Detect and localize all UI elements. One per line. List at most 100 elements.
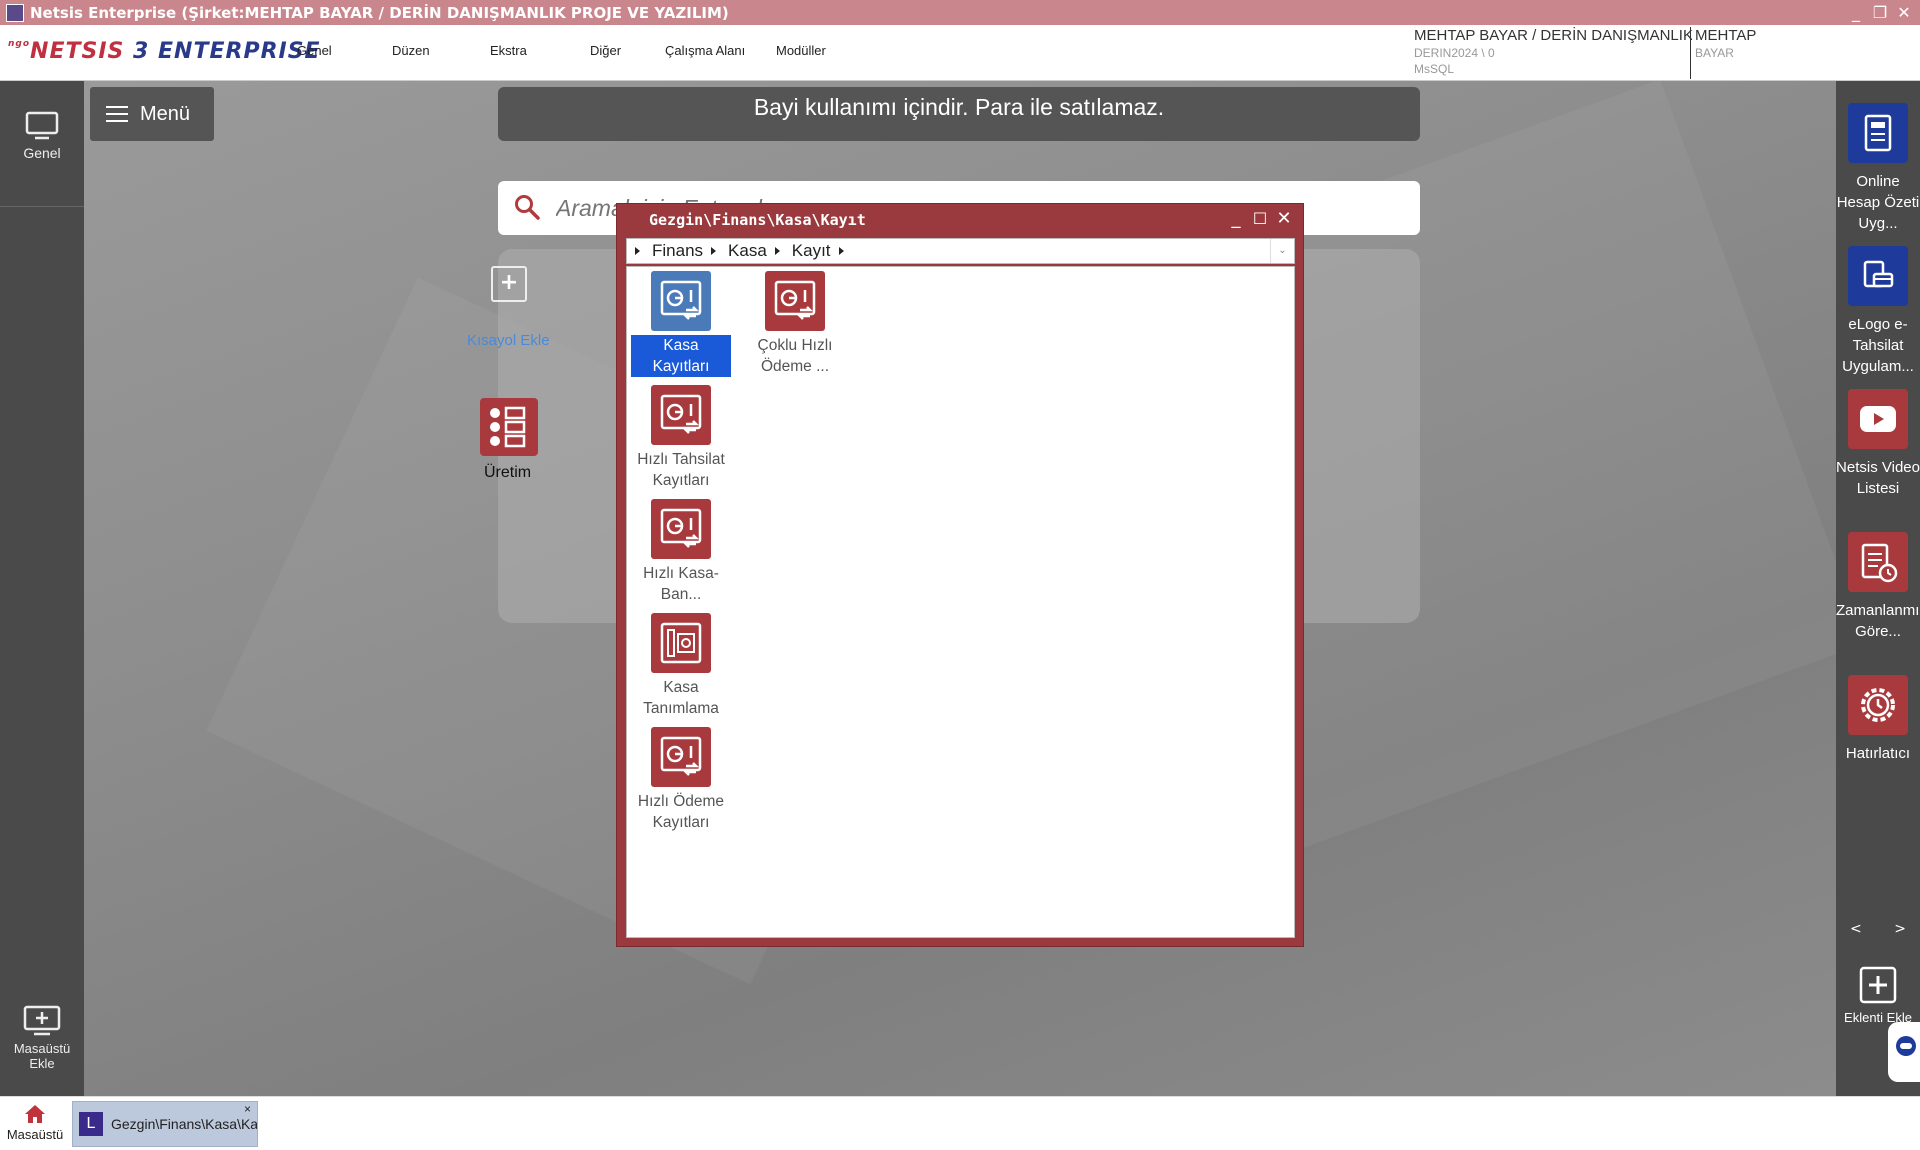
right-sidebar: Online Hesap Özeti Uyg... eLogo e-Tahsil… xyxy=(1836,81,1920,1096)
netsis-task-icon: L xyxy=(79,1112,103,1136)
taskbar-home-label: Masaüstü xyxy=(6,1127,64,1142)
menu-button-label: Menü xyxy=(140,102,191,125)
rb-elogo[interactable]: eLogo e-Tahsilat Uygulam... xyxy=(1836,246,1920,377)
item-label: Hızlı Tahsilat Kayıtları xyxy=(637,451,725,489)
hamburger-icon xyxy=(106,106,128,122)
rightbar-nav: < > xyxy=(1836,921,1920,937)
menu-duzen[interactable]: Düzen xyxy=(392,43,430,58)
company-db: DERIN2024 \ 0 xyxy=(1414,46,1495,60)
safe-icon xyxy=(651,613,711,673)
app-icon xyxy=(6,3,24,22)
window-title: Netsis Enterprise (Şirket:MEHTAP BAYAR /… xyxy=(30,3,729,22)
chat-icon[interactable] xyxy=(1888,1022,1920,1082)
company-info: MEHTAP BAYAR / DERİN DANIŞMANLIK DERIN20… xyxy=(1414,27,1694,76)
sidebar-item-genel[interactable]: Genel xyxy=(0,111,84,181)
breadcrumb-arrow-icon[interactable] xyxy=(635,247,640,255)
close-icon[interactable]: ✕ xyxy=(1892,0,1916,25)
chevron-down-icon[interactable]: ⌄ xyxy=(1270,239,1294,263)
add-shortcut-label[interactable]: Kısayol Ekle xyxy=(467,332,550,349)
search-icon xyxy=(515,195,540,220)
sidebar-divider xyxy=(0,206,84,207)
safe-transfer-icon xyxy=(651,385,711,445)
rb-label: Hatırlatıcı xyxy=(1845,745,1911,762)
document-icon xyxy=(1848,103,1908,163)
item-label: Hızlı Kasa-Ban... xyxy=(643,565,719,603)
minimize-icon[interactable]: _ xyxy=(1844,0,1868,25)
breadcrumb-kayit[interactable]: Kayıt xyxy=(792,241,831,261)
safe-transfer-icon xyxy=(651,727,711,787)
user-info: MEHTAP BAYAR xyxy=(1695,27,1756,60)
license-banner: Bayi kullanımı içindir. Para ile satılam… xyxy=(498,87,1420,141)
menu-bar: ngoNETSIS 3 ENTERPRISE Genel Düzen Ekstr… xyxy=(0,25,1920,81)
company-name: MEHTAP BAYAR / DERİN DANIŞMANLIK xyxy=(1414,27,1692,44)
breadcrumb-arrow-icon[interactable] xyxy=(838,247,844,255)
dialog-close-icon[interactable]: ✕ xyxy=(1273,208,1295,230)
item-label: Kasa Tanımlama xyxy=(643,679,719,717)
rb-online-hesap[interactable]: Online Hesap Özeti Uyg... xyxy=(1836,103,1920,234)
safe-transfer-icon xyxy=(765,271,825,331)
menu-moduller[interactable]: Modüller xyxy=(776,43,826,58)
breadcrumb-arrow-icon[interactable] xyxy=(711,247,717,255)
user-first-name: MEHTAP xyxy=(1695,27,1757,44)
menu-ekstra[interactable]: Ekstra xyxy=(490,43,527,58)
taskbar: Masaüstü L Gezgin\Finans\Kasa\Kayıt × xyxy=(0,1096,1920,1150)
add-shortcut-button[interactable]: + xyxy=(491,266,527,302)
rb-label: Zamanlanmış Göre... xyxy=(1836,602,1920,640)
payment-icon xyxy=(1848,246,1908,306)
add-plugin-button[interactable]: Eklenti Ekle xyxy=(1836,966,1920,1026)
safe-transfer-icon xyxy=(651,499,711,559)
item-hizli-tahsilat[interactable]: Hızlı Tahsilat Kayıtları xyxy=(631,385,731,491)
monitor-icon xyxy=(25,111,59,140)
taskbar-task-label: Gezgin\Finans\Kasa\Kayıt xyxy=(111,1116,258,1132)
window-title-bar: Netsis Enterprise (Şirket:MEHTAP BAYAR /… xyxy=(0,0,1920,25)
rb-next-button[interactable]: > xyxy=(1894,921,1906,937)
company-server: MsSQL xyxy=(1414,62,1455,76)
dialog-maximize-icon[interactable]: ☐ xyxy=(1249,208,1271,230)
breadcrumb-kasa[interactable]: Kasa xyxy=(728,241,767,261)
rb-label: Netsis Video Listesi xyxy=(1836,459,1920,497)
breadcrumb-finans[interactable]: Finans xyxy=(652,241,703,261)
add-desktop-button[interactable]: Masaüstü Ekle xyxy=(0,1005,84,1075)
menu-genel[interactable]: Genel xyxy=(297,43,332,58)
uretim-label[interactable]: Üretim xyxy=(484,464,531,482)
add-plugin-icon xyxy=(1859,966,1897,1004)
netsis-logo: ngoNETSIS 3 ENTERPRISE xyxy=(8,39,321,64)
menu-calisma-alani[interactable]: Çalışma Alanı xyxy=(665,43,745,58)
breadcrumb: Finans Kasa Kayıt ⌄ xyxy=(626,238,1295,264)
item-hizli-kasa-banka[interactable]: Hızlı Kasa-Ban... xyxy=(631,499,731,605)
add-desktop-label: Masaüstü Ekle xyxy=(13,1041,71,1071)
rb-zamanlanmis[interactable]: Zamanlanmış Göre... xyxy=(1836,532,1920,642)
rb-netsis-video[interactable]: Netsis Video Listesi xyxy=(1836,389,1920,499)
safe-transfer-icon xyxy=(651,271,711,331)
rb-prev-button[interactable]: < xyxy=(1850,921,1862,937)
left-sidebar: Genel Masaüstü Ekle xyxy=(0,81,84,1096)
item-label: Kasa Kayıtları xyxy=(631,335,731,377)
item-label: Çoklu Hızlı Ödeme ... xyxy=(757,337,833,375)
rb-label: eLogo e-Tahsilat Uygulam... xyxy=(1842,316,1914,375)
item-hizli-odeme[interactable]: Hızlı Ödeme Kayıtları xyxy=(631,727,731,833)
user-separator xyxy=(1690,27,1691,79)
add-monitor-icon xyxy=(23,1005,61,1036)
scheduled-task-icon xyxy=(1848,532,1908,592)
taskbar-task[interactable]: L Gezgin\Finans\Kasa\Kayıt × xyxy=(72,1101,258,1147)
item-coklu-hizli-odeme[interactable]: Çoklu Hızlı Ödeme ... xyxy=(745,271,845,377)
uretim-icon[interactable] xyxy=(480,398,538,456)
checklist-icon xyxy=(490,406,526,448)
gear-clock-icon xyxy=(1848,675,1908,735)
task-close-icon[interactable]: × xyxy=(244,1102,251,1116)
breadcrumb-arrow-icon[interactable] xyxy=(774,247,780,255)
user-last-name: BAYAR xyxy=(1695,46,1734,60)
item-kasa-tanimlama[interactable]: Kasa Tanımlama xyxy=(631,613,731,719)
rb-hatirlatici[interactable]: Hatırlatıcı xyxy=(1836,675,1920,764)
rb-label: Online Hesap Özeti Uyg... xyxy=(1836,173,1920,232)
item-label: Hızlı Ödeme Kayıtları xyxy=(637,793,725,831)
menu-button[interactable]: Menü xyxy=(90,87,214,141)
explorer-content: Kasa Kayıtları Çoklu Hızlı Ödeme ... Hız… xyxy=(626,266,1295,938)
explorer-title: Gezgin\Finans\Kasa\Kayıt xyxy=(649,211,866,229)
taskbar-home[interactable]: Masaüstü xyxy=(0,1097,70,1150)
menu-diger[interactable]: Diğer xyxy=(590,43,621,58)
restore-icon[interactable]: ❐ xyxy=(1868,0,1892,25)
sidebar-item-label: Genel xyxy=(23,145,61,161)
dialog-minimize-icon[interactable]: _ xyxy=(1225,208,1247,230)
item-kasa-kayitlari[interactable]: Kasa Kayıtları xyxy=(631,271,731,377)
